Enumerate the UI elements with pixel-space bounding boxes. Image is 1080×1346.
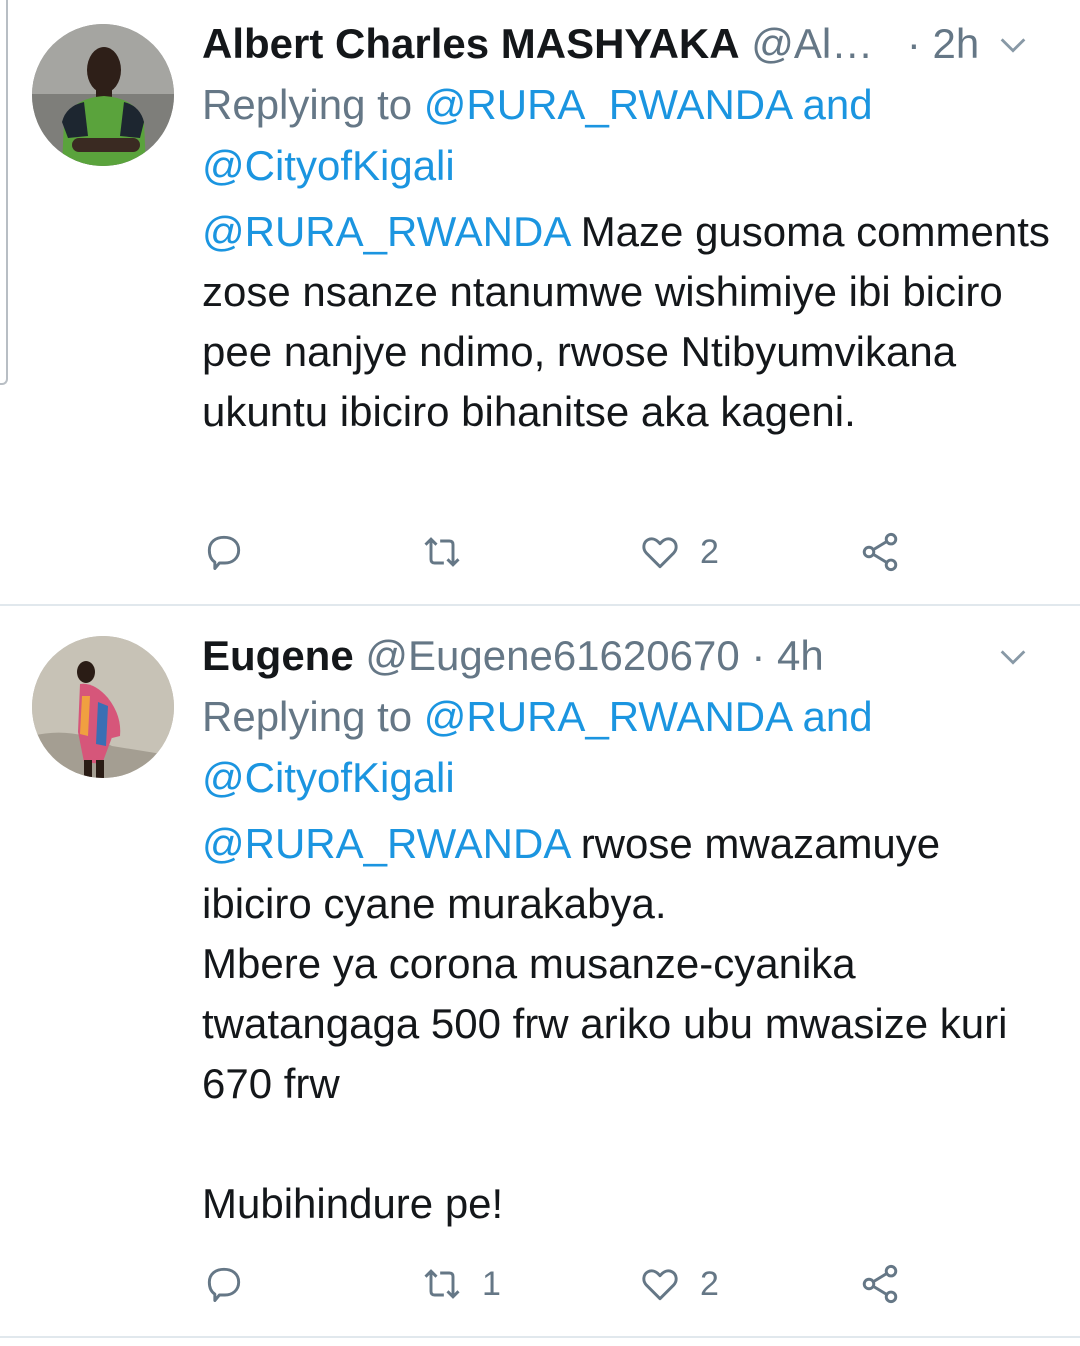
share-button[interactable] <box>858 1254 902 1314</box>
reply-button[interactable] <box>202 1254 246 1314</box>
mention-link[interactable]: @CityofKigali <box>202 142 455 189</box>
timestamp[interactable]: · 4h <box>751 632 823 679</box>
like-count: 2 <box>700 1264 719 1303</box>
author-name[interactable]: Eugene <box>202 632 354 679</box>
share-icon <box>862 1264 898 1304</box>
mention-link[interactable]: @RURA_RWANDA <box>424 81 791 128</box>
replying-to: Replying to @RURA_RWANDA and @CityofKiga… <box>202 74 1060 196</box>
tweet-body: rwose mwazamuye ibiciro cyane murakabya.… <box>202 820 1008 1227</box>
retweet-button[interactable] <box>420 522 482 582</box>
divider <box>0 1336 1080 1338</box>
action-bar: 1 2 <box>202 1254 1080 1314</box>
replying-and[interactable]: and <box>791 81 872 128</box>
like-count: 2 <box>700 532 719 571</box>
mention-link[interactable]: @RURA_RWANDA <box>202 820 569 867</box>
retweet-icon <box>424 1269 460 1299</box>
avatar[interactable] <box>32 24 174 166</box>
retweet-icon <box>424 537 460 567</box>
like-icon <box>642 537 678 569</box>
retweet-button[interactable]: 1 <box>420 1254 501 1314</box>
retweet-count: 1 <box>482 1264 501 1303</box>
mention-link[interactable]: @RURA_RWANDA <box>202 208 569 255</box>
like-button[interactable]: 2 <box>638 522 719 582</box>
author-name[interactable]: Albert Charles MASHYAKA <box>202 20 740 67</box>
like-icon <box>642 1269 678 1301</box>
replying-label: Replying to <box>202 693 424 740</box>
reply-button[interactable] <box>202 522 246 582</box>
action-bar: 2 <box>202 522 1080 582</box>
avatar[interactable] <box>32 636 174 778</box>
author-handle[interactable]: @Eugene61620670 <box>365 632 739 679</box>
chevron-down-icon[interactable] <box>996 28 1030 62</box>
replying-to: Replying to @RURA_RWANDA and @CityofKiga… <box>202 686 1060 808</box>
timestamp[interactable]: · 2h <box>907 20 979 67</box>
tweet-text: @RURA_RWANDA rwose mwazamuye ibiciro cya… <box>202 814 1060 1234</box>
tweet[interactable]: Eugene @Eugene61620670 · 4h Replying to … <box>0 606 1080 1338</box>
chevron-down-icon[interactable] <box>996 640 1030 674</box>
mention-link[interactable]: @RURA_RWANDA <box>424 693 791 740</box>
reply-icon <box>207 1267 241 1302</box>
mention-link[interactable]: @CityofKigali <box>202 754 455 801</box>
author-handle[interactable]: @Al… <box>751 20 873 67</box>
replying-label: Replying to <box>202 81 424 128</box>
reply-icon <box>207 535 241 570</box>
like-button[interactable]: 2 <box>638 1254 719 1314</box>
share-icon <box>862 532 898 572</box>
tweet[interactable]: Albert Charles MASHYAKA @Al… · 2h Replyi… <box>0 0 1080 604</box>
share-button[interactable] <box>858 522 902 582</box>
replying-and[interactable]: and <box>791 693 872 740</box>
tweet-text: @RURA_RWANDA Maze gusoma comments zose n… <box>202 202 1060 442</box>
